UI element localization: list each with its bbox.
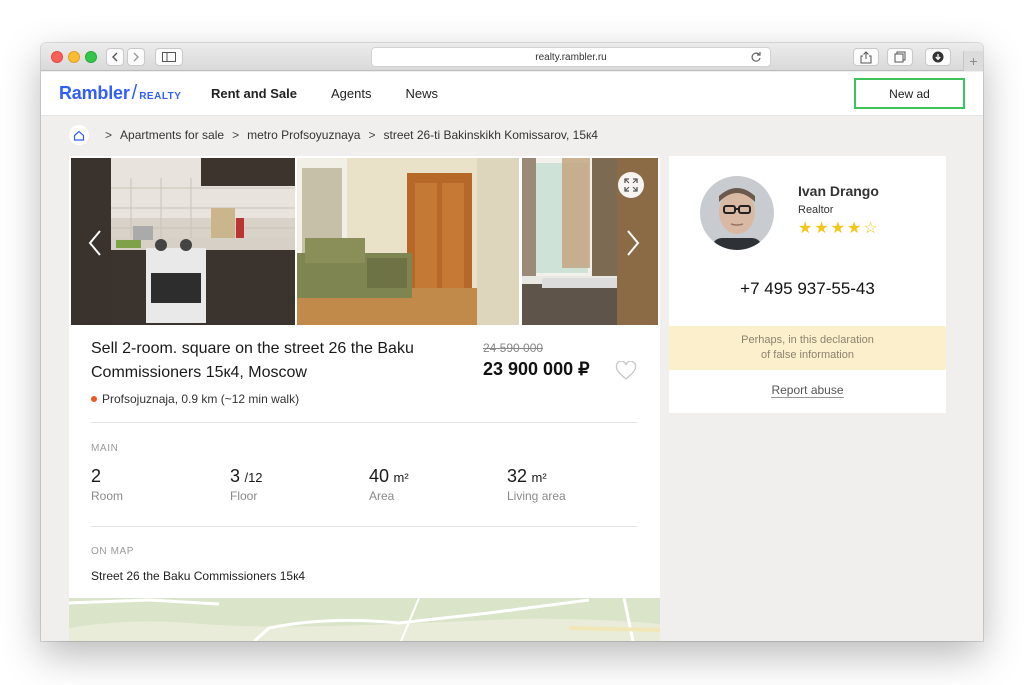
room-photo bbox=[297, 158, 519, 325]
metro-line-dot bbox=[91, 396, 97, 402]
address-bar[interactable]: realty.rambler.ru bbox=[371, 47, 771, 67]
breadcrumb-separator: > bbox=[232, 128, 240, 142]
download-icon bbox=[932, 51, 944, 63]
fullscreen-button[interactable] bbox=[618, 172, 644, 198]
breadcrumb-separator: > bbox=[105, 128, 113, 142]
location-map[interactable] bbox=[69, 598, 660, 641]
map-canvas bbox=[69, 598, 660, 641]
warning-line-2: of false information bbox=[761, 349, 854, 361]
report-abuse: Report abuse bbox=[669, 383, 946, 398]
gallery-photo-room[interactable] bbox=[297, 158, 519, 325]
agent-photo bbox=[700, 176, 774, 250]
metro-info: Profsojuznaja, 0.9 km (~12 min walk) bbox=[91, 392, 299, 406]
old-price: 24 590 000 bbox=[483, 341, 544, 355]
stat-unit: m² bbox=[531, 470, 547, 485]
breadcrumb-item-street: street 26-ti Bakinskikh Komissarov, 15к4 bbox=[383, 128, 598, 142]
logo-sub: REALTY bbox=[139, 91, 182, 102]
agent-rating: ★ ★ ★ ★ ☆ bbox=[798, 220, 880, 238]
reload-icon[interactable] bbox=[750, 51, 762, 63]
divider bbox=[91, 526, 637, 527]
logo-brand: Rambler bbox=[59, 83, 130, 103]
home-button[interactable] bbox=[69, 125, 89, 145]
close-window-button[interactable] bbox=[51, 51, 63, 63]
browser-toolbar: realty.rambler.ru + bbox=[41, 43, 983, 71]
star-filled-icon: ★ bbox=[814, 220, 829, 237]
chevron-right-icon bbox=[133, 52, 139, 62]
report-abuse-link[interactable]: Report abuse bbox=[771, 383, 844, 398]
stat-label: Living area bbox=[507, 489, 566, 503]
metro-text: Profsojuznaja, 0.9 km (~12 min walk) bbox=[102, 392, 300, 406]
agent-role: Realtor bbox=[798, 204, 834, 216]
photo-gallery bbox=[71, 158, 658, 325]
tabs-overview-button[interactable] bbox=[887, 48, 913, 66]
false-info-warning: Perhaps, in this declaration of false in… bbox=[669, 326, 946, 370]
divider bbox=[91, 422, 637, 423]
chevron-left-icon bbox=[112, 52, 118, 62]
new-ad-button[interactable]: New ad bbox=[854, 78, 965, 109]
minimize-window-button[interactable] bbox=[68, 51, 80, 63]
price: 23 900 000 ₽ bbox=[483, 359, 590, 379]
section-label-main: MAIN bbox=[91, 443, 119, 454]
back-button[interactable] bbox=[106, 48, 124, 66]
address-text: realty.rambler.ru bbox=[535, 51, 607, 63]
stat-value: 3 bbox=[230, 466, 241, 486]
stat-label: Room bbox=[91, 489, 124, 503]
stat-living-area: 32 m² Living area bbox=[507, 466, 566, 503]
listing-card: Sell 2-room. square on the street 26 the… bbox=[69, 156, 660, 641]
stat-label: Floor bbox=[230, 489, 258, 503]
warning-line-1: Perhaps, in this declaration bbox=[741, 334, 874, 346]
site-header: Rambler / REALTY Rent and Sale Agents Ne… bbox=[41, 72, 983, 116]
listing-address: Street 26 the Baku Commissioners 15к4 bbox=[91, 569, 306, 583]
nav-item-agents[interactable]: Agents bbox=[331, 86, 371, 101]
stat-value: 2 bbox=[91, 466, 102, 486]
main-nav: Rent and Sale Agents News bbox=[211, 86, 472, 101]
logo-slash: / bbox=[131, 82, 138, 104]
zoom-window-button[interactable] bbox=[85, 51, 97, 63]
nav-item-news[interactable]: News bbox=[405, 86, 438, 101]
stat-floor: 3 /12 Floor bbox=[230, 466, 263, 503]
share-button[interactable] bbox=[853, 48, 879, 66]
downloads-button[interactable] bbox=[925, 48, 951, 66]
sidebar-icon bbox=[162, 52, 176, 62]
breadcrumb-item-apartments[interactable]: Apartments for sale bbox=[120, 128, 224, 142]
breadcrumb: > Apartments for sale > metro Profsoyuzn… bbox=[69, 125, 598, 145]
browser-window: realty.rambler.ru + Rambler / REALTY Ren… bbox=[41, 43, 983, 641]
gallery-next-button[interactable] bbox=[621, 228, 643, 258]
stat-rooms: 2 Room bbox=[91, 466, 123, 503]
star-filled-icon: ★ bbox=[830, 220, 846, 237]
share-icon bbox=[860, 50, 872, 63]
agent-card: Ivan Drango Realtor ★ ★ ★ ★ ☆ +7 495 937… bbox=[669, 156, 946, 413]
agent-phone[interactable]: +7 495 937-55-43 bbox=[669, 279, 946, 299]
expand-icon bbox=[624, 178, 638, 192]
favorite-heart-icon[interactable] bbox=[615, 361, 637, 381]
forward-button[interactable] bbox=[127, 48, 145, 66]
stat-unit: /12 bbox=[244, 470, 263, 485]
agent-name[interactable]: Ivan Drango bbox=[798, 183, 879, 199]
star-filled-icon: ★ bbox=[847, 220, 862, 237]
new-tab-button[interactable]: + bbox=[963, 51, 983, 71]
breadcrumb-item-metro[interactable]: metro Profsoyuznaya bbox=[247, 128, 360, 142]
agent-avatar[interactable] bbox=[700, 176, 774, 250]
breadcrumb-separator: > bbox=[368, 128, 376, 142]
tabs-icon bbox=[894, 51, 906, 63]
listing-title: Sell 2-room. square on the street 26 the… bbox=[91, 340, 414, 381]
gallery-prev-button[interactable] bbox=[85, 228, 107, 258]
star-empty-icon: ☆ bbox=[863, 220, 878, 237]
stat-value: 32 bbox=[507, 466, 528, 486]
stat-value: 40 bbox=[369, 466, 390, 486]
nav-item-rent-and-sale[interactable]: Rent and Sale bbox=[211, 86, 297, 101]
home-icon bbox=[73, 130, 85, 141]
star-filled-icon: ★ bbox=[798, 220, 813, 237]
site-logo[interactable]: Rambler / REALTY bbox=[59, 82, 181, 105]
stat-label: Area bbox=[369, 489, 395, 503]
plus-icon: + bbox=[969, 53, 978, 69]
sidebar-toggle-button[interactable] bbox=[155, 48, 183, 66]
stat-area: 40 m² Area bbox=[369, 466, 409, 503]
stat-unit: m² bbox=[393, 470, 409, 485]
section-label-map: ON MAP bbox=[91, 546, 135, 557]
